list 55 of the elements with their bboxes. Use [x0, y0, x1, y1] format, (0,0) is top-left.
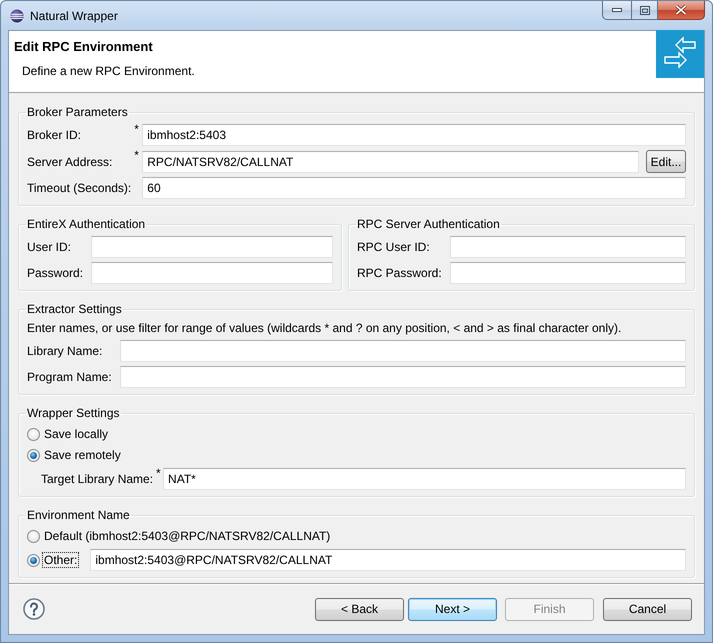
- radio-button[interactable]: [27, 428, 40, 440]
- field-label: Broker ID:: [27, 128, 82, 142]
- text-field[interactable]: ibmhost2:5403@RPC/NATSRV82/CALLNAT: [90, 549, 686, 571]
- radio-label[interactable]: Save locally: [42, 426, 110, 442]
- group-title: Wrapper Settings: [26, 406, 120, 421]
- field-label: Target Library Name:: [41, 472, 154, 486]
- next-button[interactable]: Next >: [408, 598, 497, 620]
- radio-label[interactable]: Save remotely: [42, 447, 123, 463]
- cancel-button[interactable]: Cancel: [603, 598, 692, 620]
- radio-button[interactable]: [27, 530, 40, 542]
- text-field[interactable]: [450, 236, 686, 258]
- field-label: RPC User ID:: [357, 240, 431, 254]
- close-button[interactable]: [658, 1, 705, 20]
- radio-label[interactable]: Default (ibmhost2:5403@RPC/NATSRV82/CALLNAT): [42, 528, 332, 544]
- field-label: Library Name:: [27, 344, 104, 358]
- text-field[interactable]: RPC/NATSRV82/CALLNAT: [142, 150, 639, 172]
- radio-button[interactable]: [27, 448, 40, 462]
- group-title: Broker Parameters: [26, 105, 129, 120]
- group-title: Extractor Settings: [26, 302, 123, 317]
- radio-button[interactable]: [27, 554, 40, 566]
- group-title: EntireX Authentication: [26, 217, 146, 232]
- text-field[interactable]: [120, 340, 686, 362]
- text-field[interactable]: [450, 262, 686, 284]
- page-title: Edit RPC Environment: [14, 39, 154, 55]
- text-field[interactable]: [91, 236, 333, 258]
- field-label: Program Name:: [27, 370, 113, 384]
- radio-label[interactable]: Other:: [42, 552, 80, 568]
- field-label: Server Address:: [27, 154, 114, 168]
- minimize-button[interactable]: [602, 1, 631, 20]
- window-title: Natural Wrapper: [30, 8, 118, 24]
- group-title: Environment Name: [26, 508, 131, 523]
- maximize-button[interactable]: [631, 1, 658, 20]
- maximize-icon: [640, 6, 650, 14]
- close-icon: [675, 5, 687, 15]
- hint-text: Enter names, or use filter for range of values (wildcards * and ? on any position, < and > as final character only).: [27, 320, 622, 335]
- required-marker: *: [156, 467, 162, 479]
- sphere-icon: [10, 9, 24, 23]
- help-icon: [23, 598, 45, 620]
- field-label: Password:: [27, 266, 84, 280]
- required-marker: *: [134, 149, 140, 161]
- text-field[interactable]: NAT*: [163, 468, 686, 490]
- text-field[interactable]: 60: [142, 177, 686, 199]
- edit-button[interactable]: Edit...: [646, 150, 686, 173]
- text-field[interactable]: [91, 262, 333, 284]
- help-button[interactable]: [23, 598, 45, 620]
- field-label: RPC Password:: [357, 266, 443, 280]
- field-label: Timeout (Seconds):: [27, 181, 132, 195]
- minimize-icon: [612, 8, 622, 12]
- text-field[interactable]: ibmhost2:5403: [142, 124, 686, 146]
- required-marker: *: [134, 123, 140, 135]
- back-button[interactable]: < Back: [315, 598, 404, 620]
- text-field[interactable]: [120, 366, 686, 388]
- field-label: User ID:: [27, 240, 72, 254]
- group-title: RPC Server Authentication: [356, 217, 501, 232]
- page-description: Define a new RPC Environment.: [22, 64, 196, 78]
